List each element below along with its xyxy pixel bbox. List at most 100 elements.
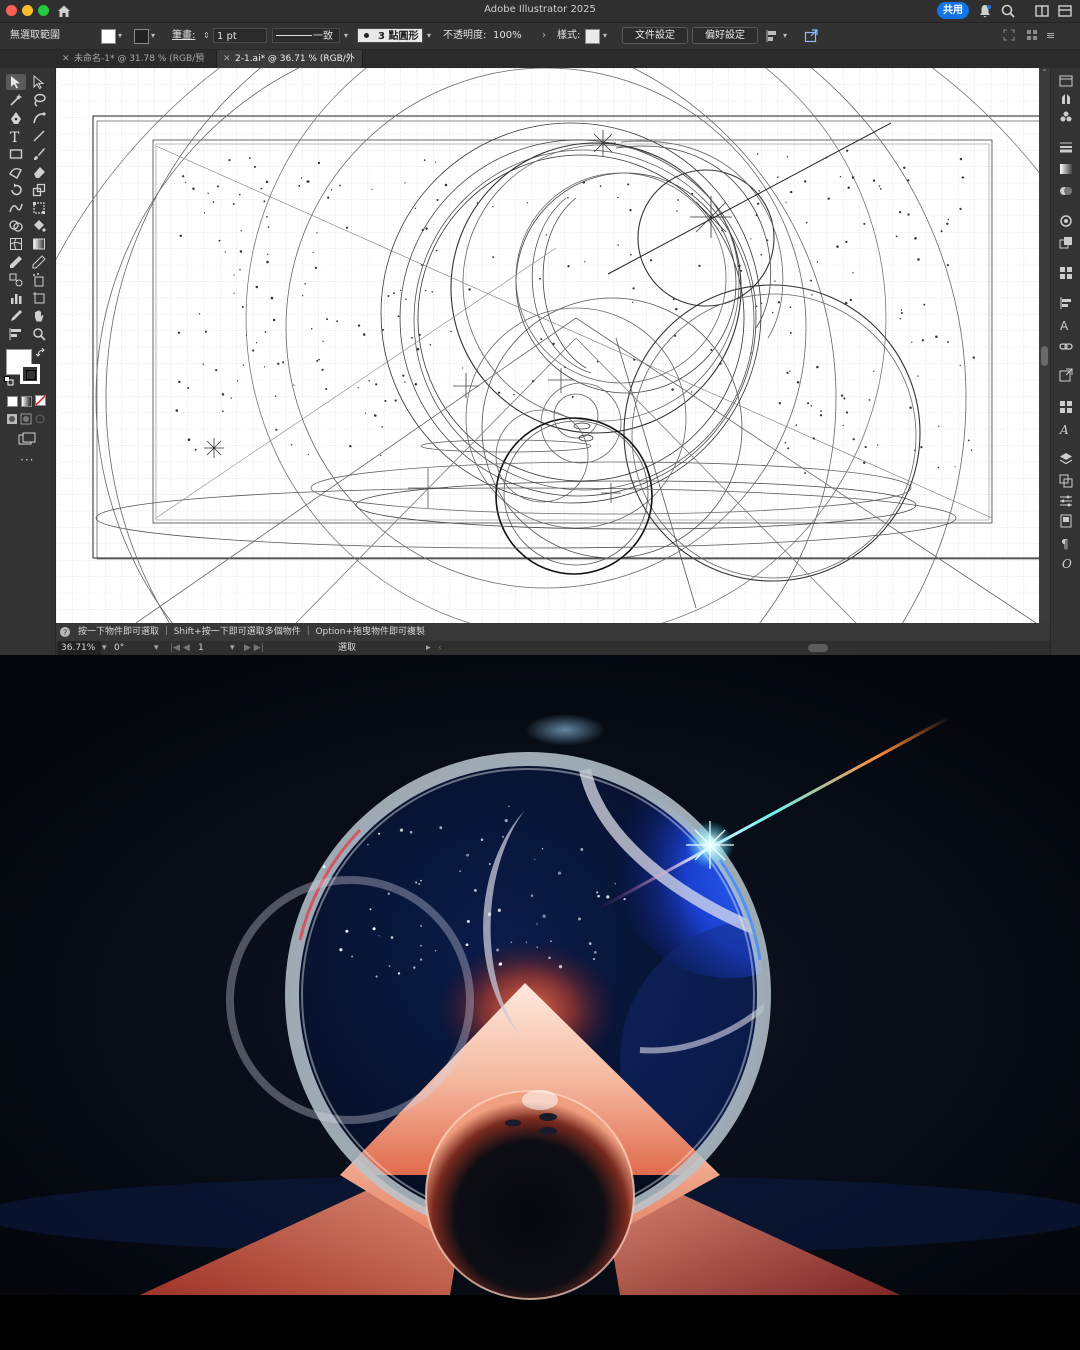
chevron-down-icon[interactable]: ▾ (118, 23, 122, 49)
scroll-left-icon[interactable]: ‹ (438, 641, 442, 655)
column-graph-tool-icon[interactable] (8, 290, 24, 306)
chevron-down-icon[interactable]: ▾ (427, 23, 431, 49)
mesh-tool-icon[interactable] (8, 236, 24, 252)
stroke-weight-field[interactable]: 1 pt (213, 28, 267, 43)
artboard-canvas[interactable] (56, 68, 1039, 623)
gradient-mode-button[interactable] (21, 396, 32, 407)
none-mode-icon[interactable] (35, 395, 46, 406)
warp-tool-icon[interactable] (8, 200, 24, 216)
scroll-thumb[interactable] (1041, 346, 1048, 366)
rotate-tool-icon[interactable] (8, 182, 24, 198)
stroke-color-box[interactable] (20, 364, 40, 384)
screen-mode-icon[interactable] (18, 432, 36, 446)
line-tool-icon[interactable] (31, 128, 47, 144)
chevron-down-icon[interactable]: ▾ (102, 641, 107, 655)
align-panel-icon[interactable] (1059, 296, 1073, 310)
artboards-icon[interactable] (1059, 474, 1073, 488)
chevron-down-icon[interactable]: ▾ (783, 23, 787, 49)
pathfinder-icon[interactable] (1059, 400, 1073, 414)
search-icon[interactable] (1000, 3, 1016, 19)
scroll-up-icon[interactable]: ⌃ (1041, 68, 1048, 77)
export-panel-icon[interactable] (1059, 368, 1073, 382)
default-colors-icon[interactable] (4, 376, 14, 386)
help-icon[interactable]: ? (60, 627, 70, 637)
hand-tool-icon[interactable] (31, 308, 47, 324)
rectangle-tool-icon[interactable] (8, 146, 24, 162)
artboard-tool-icon[interactable] (31, 290, 47, 306)
draw-normal-icon[interactable] (6, 413, 18, 425)
grid-menu-icon[interactable] (1026, 29, 1038, 41)
stroke-swatch[interactable] (134, 29, 149, 44)
horizontal-scroll-thumb[interactable] (808, 644, 828, 652)
bell-icon[interactable] (977, 3, 993, 19)
chevron-down-icon[interactable]: ▾ (344, 23, 348, 49)
color-mode-button[interactable] (7, 396, 18, 407)
last-artboard-icon[interactable]: ▶ ▶| (244, 641, 264, 655)
gradient-panel-icon[interactable] (1059, 162, 1073, 176)
glyphs-icon[interactable]: A (1059, 422, 1073, 436)
adjustments-icon[interactable] (1059, 494, 1073, 508)
measure-tool-icon[interactable] (31, 254, 47, 270)
first-artboard-icon[interactable]: |◀ ◀ (170, 641, 190, 655)
opacity-field[interactable]: 100% (490, 28, 538, 43)
more-tools-icon[interactable]: ··· (20, 453, 34, 467)
links-icon[interactable] (1059, 340, 1073, 354)
align-icon[interactable] (765, 28, 781, 44)
fill-swatch[interactable] (101, 29, 116, 44)
graphic-style-swatch[interactable] (585, 29, 600, 44)
workspace-switcher-icon[interactable] (1034, 3, 1050, 19)
chevron-down-icon[interactable]: ▾ (230, 641, 235, 655)
properties-icon[interactable] (1059, 74, 1073, 88)
rotation-field[interactable]: 0° (114, 641, 150, 655)
chevron-down-icon[interactable]: ▾ (154, 641, 159, 655)
draw-inside-icon[interactable] (34, 413, 46, 425)
expand-icon[interactable] (1003, 29, 1015, 41)
character-icon[interactable]: A (1059, 318, 1073, 332)
free-transform-tool-icon[interactable] (31, 200, 47, 216)
libraries-icon[interactable] (1059, 92, 1073, 106)
chevron-right-icon[interactable]: ▸ (426, 641, 431, 655)
eraser-tool-icon[interactable] (31, 164, 47, 180)
outline-artwork[interactable] (56, 68, 1039, 623)
shape-builder-tool-icon[interactable] (8, 218, 24, 234)
lasso-tool-icon[interactable] (31, 92, 47, 108)
direct-selection-tool-icon[interactable] (31, 74, 47, 90)
scale-tool-icon[interactable] (31, 182, 47, 198)
asset-export-icon[interactable] (1059, 514, 1073, 528)
swap-colors-icon[interactable] (36, 348, 46, 358)
panel-layout-icon[interactable] (1057, 3, 1073, 19)
chevron-down-icon[interactable]: ▾ (603, 23, 607, 49)
live-paint-bucket-icon[interactable] (31, 218, 47, 234)
paintbrush-tool-icon[interactable] (31, 146, 47, 162)
preferences-button[interactable]: 偏好設定 (692, 27, 758, 44)
panel-menu-icon[interactable]: ≡ (1046, 23, 1055, 49)
document-setup-button[interactable]: 文件設定 (622, 27, 688, 44)
paragraph-icon[interactable]: ¶ (1059, 536, 1073, 550)
artboard-number-field[interactable]: 1 (198, 641, 228, 655)
symbols-icon[interactable] (1059, 110, 1073, 124)
chevron-right-icon[interactable]: › (542, 23, 546, 49)
zoom-level-field[interactable]: 36.71% (58, 641, 101, 655)
type-tool-icon[interactable]: T (8, 128, 24, 144)
magic-wand-tool-icon[interactable] (8, 92, 24, 108)
tab-2-1-ai[interactable]: ✕ 2-1.ai* @ 36.71 % (RGB/外框) (217, 50, 363, 82)
close-tab-icon[interactable]: ✕ (223, 50, 231, 68)
transparency-icon[interactable] (1059, 184, 1073, 198)
zoom-tool-icon[interactable] (31, 326, 47, 342)
layers-icon[interactable] (1059, 452, 1073, 466)
selection-tool-icon[interactable] (8, 74, 24, 90)
curvature-tool-icon[interactable] (31, 110, 47, 126)
symbol-sprayer-icon[interactable] (31, 272, 47, 288)
vertical-scrollbar[interactable]: ⌃ (1039, 68, 1050, 640)
chevron-down-icon[interactable]: ▾ (151, 23, 155, 49)
opentype-icon[interactable]: O (1059, 556, 1073, 570)
shaper-tool-icon[interactable] (8, 164, 24, 180)
swatches-icon[interactable] (1059, 266, 1073, 280)
blend-tool-icon[interactable] (8, 272, 24, 288)
stroke-panel-icon[interactable] (1059, 140, 1073, 154)
export-icon[interactable] (803, 28, 819, 44)
stroke-label[interactable]: 筆畫: (172, 23, 195, 49)
close-tab-icon[interactable]: ✕ (62, 50, 70, 68)
stepper-icon[interactable]: ⇕ (203, 23, 210, 49)
eyedropper-tool-icon[interactable] (8, 254, 24, 270)
